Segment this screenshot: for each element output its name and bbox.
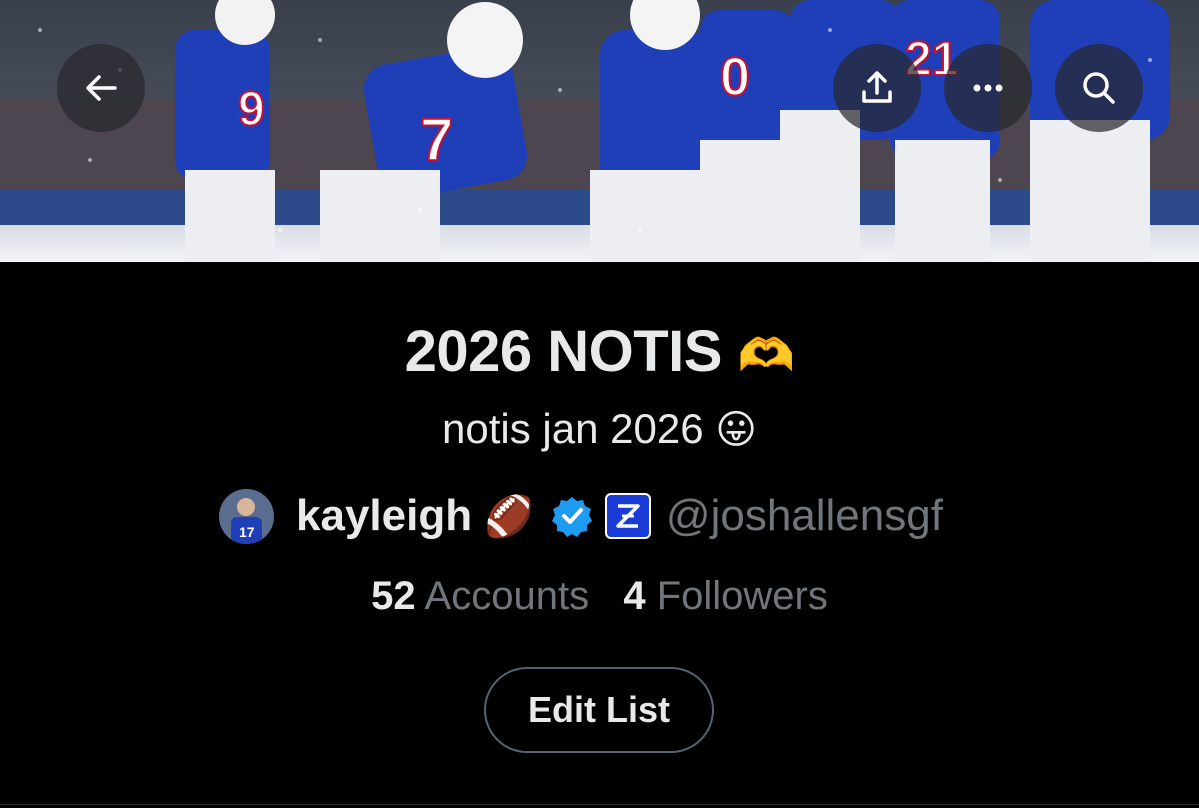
accounts-stat[interactable]: 52 Accounts [371, 574, 600, 618]
owner-avatar[interactable]: 17 [219, 488, 274, 544]
accounts-label: Accounts [424, 574, 590, 618]
list-description: notis jan 2026 😛 [0, 405, 1199, 453]
list-banner-image: 9 7 0 21 [0, 0, 1199, 262]
banner-photo: 9 7 0 21 [0, 0, 1199, 262]
list-owner[interactable]: 17 kayleigh 🏈 @joshallensgf [219, 486, 943, 546]
tongue-face-emoji: 😛 [715, 407, 757, 453]
edit-list-button[interactable]: Edit List [484, 667, 714, 753]
list-title: 2026 NOTIS 🫶 [0, 318, 1199, 385]
verified-badge-icon [551, 497, 592, 537]
arrow-left-icon [86, 75, 117, 101]
list-description-text: notis jan 2026 [442, 405, 704, 452]
search-button[interactable] [1055, 44, 1143, 132]
more-options-button[interactable] [944, 44, 1032, 132]
svg-text:9: 9 [238, 83, 265, 136]
svg-text:17: 17 [239, 524, 255, 540]
accounts-count: 52 [371, 574, 416, 618]
list-title-text: 2026 NOTIS [404, 319, 723, 384]
more-horizontal-icon [973, 84, 1003, 92]
share-upload-icon [862, 71, 892, 103]
svg-text:7: 7 [420, 106, 453, 173]
heart-hands-emoji: 🫶 [737, 328, 795, 382]
owner-handle[interactable]: @joshallensgf [666, 491, 943, 541]
svg-text:0: 0 [720, 47, 750, 107]
divider [0, 804, 1199, 805]
back-button[interactable] [57, 44, 145, 132]
avatar-image: 17 [219, 488, 274, 544]
owner-name[interactable]: kayleigh [296, 491, 472, 541]
football-emoji: 🏈 [484, 493, 534, 540]
list-stats: 52 Accounts 4 Followers [0, 574, 1199, 619]
affiliation-badge-icon [604, 493, 651, 539]
share-button[interactable] [833, 44, 921, 132]
followers-stat[interactable]: 4 Followers [623, 574, 828, 618]
search-icon [1083, 72, 1115, 104]
followers-label: Followers [656, 574, 828, 618]
followers-count: 4 [623, 574, 646, 618]
